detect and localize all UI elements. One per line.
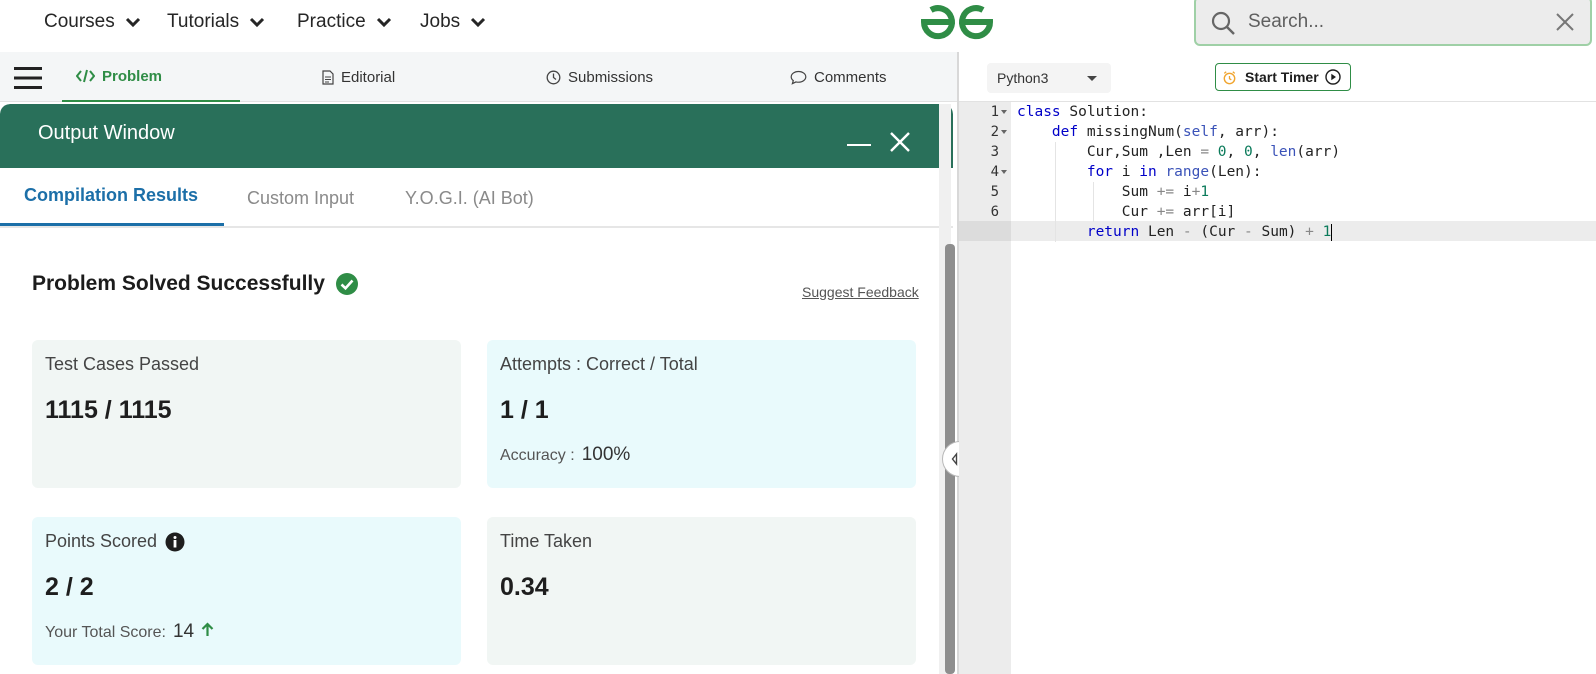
attempts-label: Attempts : Correct / Total [500,354,698,374]
code-line: def missingNum(self, arr): [1051,124,1279,140]
clock-icon [546,70,561,84]
editor-gutter: 1 2 3 4 5 6 7 [959,102,1011,674]
status-text: Problem Solved Successfully [32,272,325,295]
accuracy-label: Accuracy : [500,447,575,464]
nav-practice-label: Practice [297,11,366,32]
nav-jobs[interactable]: Jobs [420,8,486,36]
close-icon[interactable] [1554,11,1576,33]
points-label-row: Points Scored [45,531,185,552]
tab-editorial-label: Editorial [341,68,396,86]
close-icon[interactable] [888,130,912,154]
gfg-logo[interactable] [918,2,996,42]
tab-problem[interactable]: Problem [62,52,240,102]
top-navbar: Courses Tutorials Practice Jobs [0,0,1596,52]
output-window-header: Output Window [0,104,953,168]
line-number: 4 [990,164,999,180]
search-box [1194,0,1592,46]
tab-yogi-ai-bot[interactable]: Y.O.G.I. (AI Bot) [405,168,534,228]
tab-comments[interactable]: Comments [790,52,887,102]
chevron-down-icon [250,17,265,28]
start-timer-button[interactable]: Start Timer [1215,63,1351,91]
code-line: class Solution: [1017,104,1148,120]
output-window-title: Output Window [38,122,175,144]
info-icon[interactable] [165,532,185,552]
fold-arrow-icon[interactable] [1001,110,1007,114]
tab-submissions-label: Submissions [568,68,654,86]
check-circle-icon [335,273,358,295]
code-line: Sum += i+1 [1017,184,1210,200]
tab-compilation-results[interactable]: Compilation Results [0,168,224,226]
line-number: 5 [990,184,999,200]
status-message: Problem Solved Successfully [32,272,359,296]
nav-tutorials[interactable]: Tutorials [167,8,265,36]
accuracy-value: 100% [581,444,631,465]
language-select[interactable]: Python3 [987,63,1111,93]
test-cases-label: Test Cases Passed [45,354,200,374]
code-editor[interactable]: class Solution: def missingNum(self, arr… [1017,102,1596,674]
play-circle-icon [1324,69,1341,85]
tab-custom-input[interactable]: Custom Input [247,168,354,228]
total-score-row: Your Total Score: 14 [45,621,214,643]
tab-submissions[interactable]: Submissions [546,52,653,102]
fold-arrow-icon[interactable] [1001,130,1007,134]
line-number: 6 [990,204,999,220]
code-line: return Len - (Cur - Sum) + 1 [1086,223,1333,241]
nav-jobs-label: Jobs [420,11,461,32]
tab-editorial[interactable]: Editorial [322,52,395,102]
nav-practice[interactable]: Practice [297,8,392,36]
attempts-value: 1 / 1 [500,396,549,424]
test-cases-card: Test Cases Passed 1115 / 1115 [32,340,461,488]
line-number: 3 [990,144,999,160]
code-line: Cur += arr[i] [1017,204,1236,220]
total-score-value: 14 [172,621,195,642]
nav-tutorials-label: Tutorials [167,11,240,32]
attempts-card: Attempts : Correct / Total 1 / 1 Accurac… [487,340,916,488]
code-line: Cur,Sum ,Len = 0, 0, len(arr) [1017,144,1341,160]
search-icon [1211,11,1235,35]
code-line: for i in range(Len): [1086,164,1262,180]
minimize-button[interactable] [847,144,871,146]
chat-bubble-icon [790,70,807,85]
tab-problem-label: Problem [102,67,163,85]
document-icon [322,69,334,85]
caret-down-icon [1087,76,1097,81]
time-label: Time Taken [500,531,593,551]
accuracy-row: Accuracy : 100% [500,444,630,466]
language-value: Python3 [997,70,1049,86]
hamburger-menu-icon[interactable] [14,66,42,90]
arrow-up-icon [201,622,214,636]
points-value: 2 / 2 [45,573,94,601]
start-timer-label: Start Timer [1245,69,1319,85]
chevron-down-icon [471,17,486,28]
time-card: Time Taken 0.34 [487,517,916,665]
points-card: Points Scored 2 / 2 Your Total Score: 14 [32,517,461,665]
editor-toolbar: Python3 Start Timer [959,52,1596,102]
nav-courses-label: Courses [44,11,115,32]
points-label: Points Scored [45,531,158,551]
problem-tabbar: Problem Editorial Submissions Comments [0,52,959,102]
line-number: 2 [990,124,999,140]
total-score-label: Your Total Score: [45,624,166,641]
suggest-feedback-link[interactable]: Suggest Feedback [802,284,919,300]
tab-comments-label: Comments [814,68,887,86]
search-input[interactable] [1248,8,1528,36]
line-number: 1 [990,104,999,120]
code-icon [76,69,95,83]
time-value: 0.34 [500,573,549,601]
output-tabs: Compilation Results Custom Input Y.O.G.I… [0,168,953,228]
chevron-down-icon [376,17,391,28]
text-cursor [1331,223,1333,241]
fold-arrow-icon[interactable] [1001,170,1007,174]
nav-courses[interactable]: Courses [44,8,141,36]
alarm-clock-icon [1223,70,1236,84]
active-line-number-highlight [959,221,1011,241]
test-cases-value: 1115 / 1115 [45,396,172,424]
chevron-down-icon [125,17,140,28]
output-window: Output Window Compilation Results Custom… [0,104,953,674]
